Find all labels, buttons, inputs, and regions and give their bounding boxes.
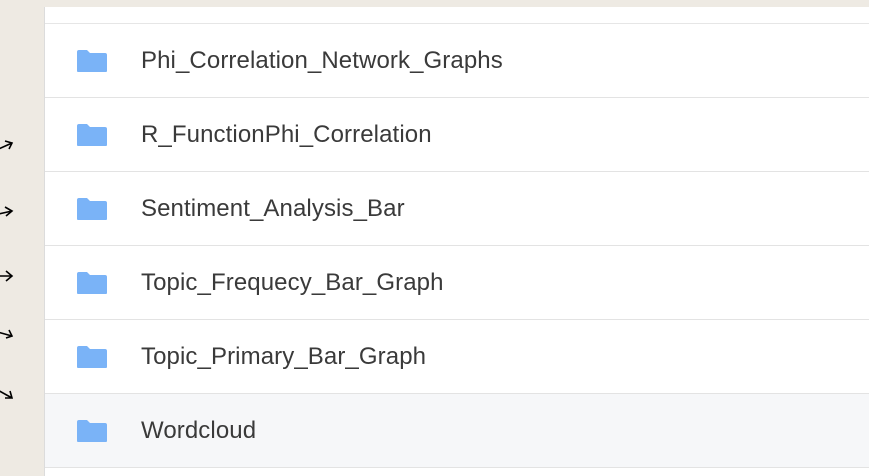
folder-icon	[77, 123, 107, 146]
folder-list: Phi_Correlation_Network_Graphs R_Functio…	[45, 24, 869, 468]
annotation-strip	[0, 0, 44, 476]
folder-icon	[77, 197, 107, 220]
folder-icon	[77, 345, 107, 368]
arrow-icon	[0, 206, 14, 217]
folder-row-r-functionphi-correlation[interactable]: R_FunctionPhi_Correlation	[45, 98, 869, 172]
folder-row-wordcloud[interactable]: Wordcloud	[45, 394, 869, 468]
folder-row-sentiment-analysis-bar[interactable]: Sentiment_Analysis_Bar	[45, 172, 869, 246]
folder-name: Topic_Primary_Bar_Graph	[141, 342, 427, 370]
folder-icon	[77, 49, 107, 72]
arrow-icon	[0, 140, 14, 150]
folder-name: Sentiment_Analysis_Bar	[141, 194, 405, 222]
folder-icon	[77, 419, 107, 442]
folder-icon	[77, 271, 107, 294]
arrow-icon	[0, 390, 14, 399]
folder-row-topic-primary-bar-graph[interactable]: Topic_Primary_Bar_Graph	[45, 320, 869, 394]
folder-row-phi-correlation-network-graphs[interactable]: Phi_Correlation_Network_Graphs	[45, 24, 869, 98]
folder-name: Phi_Correlation_Network_Graphs	[141, 46, 503, 74]
arrow-icon	[0, 270, 14, 282]
folder-row-topic-frequecy-bar-graph[interactable]: Topic_Frequecy_Bar_Graph	[45, 246, 869, 320]
folder-name: Wordcloud	[141, 416, 257, 444]
screenshot-page: Phi_Correlation_Network_Graphs R_Functio…	[0, 0, 869, 476]
folder-name: Topic_Frequecy_Bar_Graph	[141, 268, 444, 296]
file-list-panel: Phi_Correlation_Network_Graphs R_Functio…	[44, 7, 869, 476]
folder-name: R_FunctionPhi_Correlation	[141, 120, 432, 148]
arrow-icon	[0, 329, 14, 339]
